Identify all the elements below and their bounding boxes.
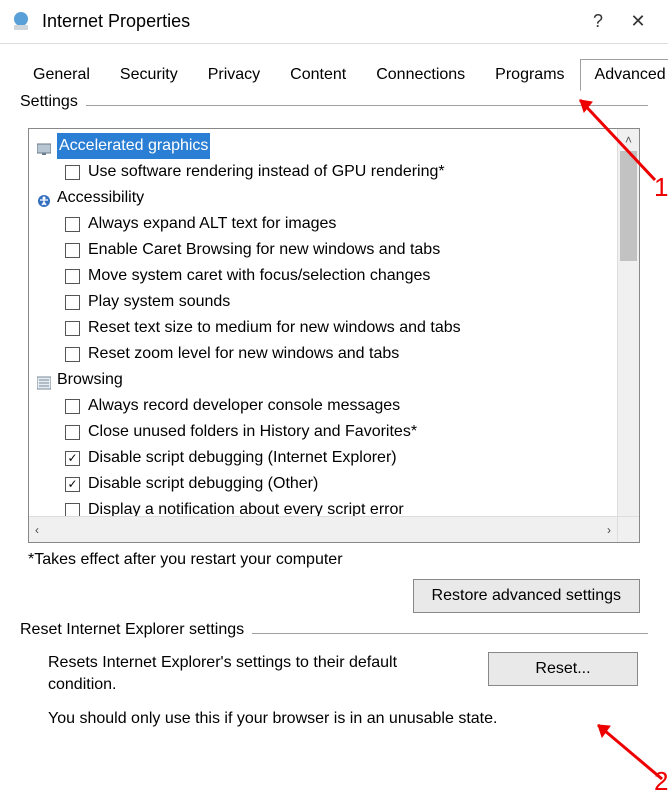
checkbox[interactable] [65, 425, 80, 440]
scroll-right-icon[interactable]: › [607, 523, 611, 537]
accessibility-icon [37, 191, 51, 205]
group-settings: Settings [20, 105, 648, 106]
group-reset: Reset Internet Explorer settings Resets … [20, 633, 648, 696]
tree-item[interactable]: Use software rendering instead of GPU re… [31, 159, 615, 185]
tree-item-label: Reset text size to medium for new window… [88, 315, 461, 341]
tree-item-label: Close unused folders in History and Favo… [88, 419, 417, 445]
annotation-arrow-2 [590, 717, 668, 791]
tree-category-label: Browsing [57, 367, 123, 393]
display-icon [37, 139, 51, 153]
tree-item-label: Disable script debugging (Internet Explo… [88, 445, 397, 471]
checkbox[interactable] [65, 477, 80, 492]
checkbox[interactable] [65, 399, 80, 414]
tree-item[interactable]: Enable Caret Browsing for new windows an… [31, 237, 615, 263]
group-settings-label: Settings [20, 93, 86, 111]
restore-advanced-button[interactable]: Restore advanced settings [413, 579, 640, 613]
tree-item-label: Disable script debugging (Other) [88, 471, 318, 497]
settings-tree[interactable]: Accelerated graphicsUse software renderi… [29, 129, 617, 516]
scroll-up-icon[interactable]: ˄ [618, 129, 639, 151]
scroll-left-icon[interactable]: ‹ [35, 523, 39, 537]
checkbox[interactable] [65, 243, 80, 258]
tab-content[interactable]: Content [275, 59, 361, 91]
tree-item[interactable]: Disable script debugging (Internet Explo… [31, 445, 615, 471]
tree-item-label: Move system caret with focus/selection c… [88, 263, 430, 289]
tab-programs[interactable]: Programs [480, 59, 579, 91]
tree-item[interactable]: Always record developer console messages [31, 393, 615, 419]
browsing-icon [37, 373, 51, 387]
tab-general[interactable]: General [18, 59, 105, 91]
tree-category[interactable]: Browsing [31, 367, 615, 393]
tree-item[interactable]: Reset zoom level for new windows and tab… [31, 341, 615, 367]
reset-button[interactable]: Reset... [488, 652, 638, 686]
close-button[interactable]: ✕ [618, 7, 658, 37]
tree-item-label: Reset zoom level for new windows and tab… [88, 341, 399, 367]
tree-item-label: Use software rendering instead of GPU re… [88, 159, 445, 185]
tab-strip: GeneralSecurityPrivacyContentConnections… [18, 58, 650, 91]
tree-item[interactable]: Disable script debugging (Other) [31, 471, 615, 497]
settings-tree-container: Accelerated graphicsUse software renderi… [28, 128, 640, 543]
tree-category-label: Accessibility [57, 185, 144, 211]
group-reset-label: Reset Internet Explorer settings [20, 621, 252, 639]
help-button[interactable]: ? [578, 7, 618, 37]
tree-category-label: Accelerated graphics [57, 133, 210, 159]
checkbox[interactable] [65, 165, 80, 180]
checkbox[interactable] [65, 269, 80, 284]
tree-item[interactable]: Always expand ALT text for images [31, 211, 615, 237]
tab-privacy[interactable]: Privacy [193, 59, 275, 91]
tab-advanced[interactable]: Advanced [580, 59, 668, 91]
annotation-label-2: 2 [654, 766, 668, 797]
checkbox[interactable] [65, 503, 80, 517]
tab-connections[interactable]: Connections [361, 59, 480, 91]
tree-category[interactable]: Accelerated graphics [31, 133, 615, 159]
tree-category[interactable]: Accessibility [31, 185, 615, 211]
checkbox[interactable] [65, 451, 80, 466]
titlebar: Internet Properties ? ✕ [0, 0, 668, 44]
tree-item-label: Play system sounds [88, 289, 230, 315]
annotation-label-1: 1 [654, 172, 668, 203]
checkbox[interactable] [65, 347, 80, 362]
tree-item[interactable]: Display a notification about every scrip… [31, 497, 615, 516]
reset-description: Resets Internet Explorer's settings to t… [48, 652, 448, 696]
horizontal-scrollbar[interactable]: ‹ › [29, 516, 617, 542]
scroll-corner [617, 516, 639, 542]
scroll-thumb[interactable] [620, 151, 637, 261]
internet-options-icon [10, 11, 32, 33]
checkbox[interactable] [65, 295, 80, 310]
tree-item-label: Always expand ALT text for images [88, 211, 336, 237]
tree-item-label: Always record developer console messages [88, 393, 400, 419]
vertical-scrollbar[interactable]: ˄ [617, 129, 639, 516]
tab-security[interactable]: Security [105, 59, 193, 91]
tree-item-label: Display a notification about every scrip… [88, 497, 404, 516]
tree-item[interactable]: Reset text size to medium for new window… [31, 315, 615, 341]
tree-item[interactable]: Move system caret with focus/selection c… [31, 263, 615, 289]
tree-item-label: Enable Caret Browsing for new windows an… [88, 237, 440, 263]
window-title: Internet Properties [42, 11, 578, 32]
checkbox[interactable] [65, 321, 80, 336]
tree-item[interactable]: Play system sounds [31, 289, 615, 315]
tree-item[interactable]: Close unused folders in History and Favo… [31, 419, 615, 445]
checkbox[interactable] [65, 217, 80, 232]
restart-note: *Takes effect after you restart your com… [28, 551, 640, 569]
reset-warning: You should only use this if your browser… [48, 710, 644, 728]
